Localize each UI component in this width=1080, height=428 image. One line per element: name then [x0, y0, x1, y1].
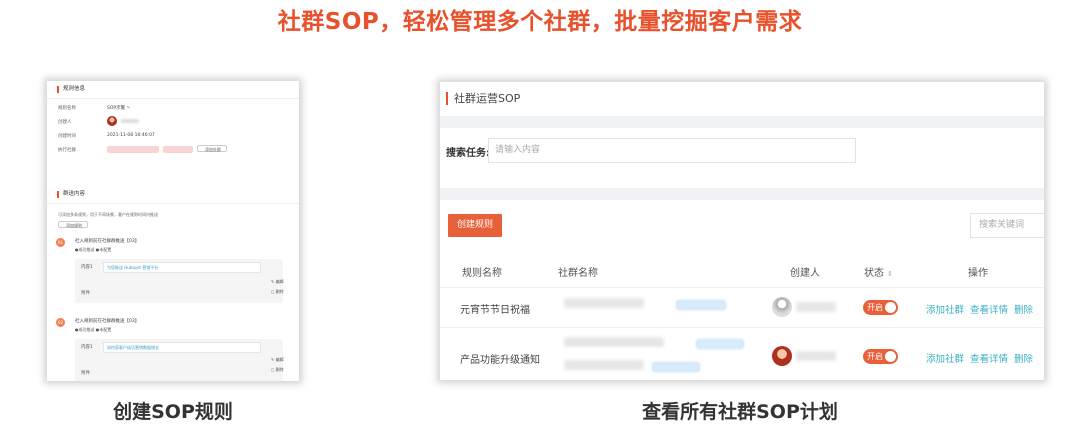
task-content-card: 内容1 为您推送 Hubspot 营销平台 附件	[75, 259, 283, 303]
toggle-knob	[885, 351, 896, 362]
content-label: 内容1	[81, 345, 93, 350]
content-text[interactable]: 为您推送 Hubspot 营销平台	[103, 262, 261, 273]
divider	[47, 98, 299, 99]
add-group-link[interactable]: 添加社群	[926, 302, 964, 316]
delete-task-button[interactable]: ◻ 删除	[271, 367, 284, 373]
task-status: ●成功推送 ●未配置	[75, 327, 112, 332]
attachment-label: 附件	[81, 371, 90, 376]
search-label: 搜索任务:	[446, 148, 490, 159]
trash-icon: ◻	[271, 289, 275, 294]
status-toggle[interactable]: 开启	[863, 349, 898, 364]
content-label: 内容1	[81, 265, 93, 270]
creator-name-blurred	[796, 351, 836, 361]
group-name-blurred	[564, 360, 644, 370]
edit-task-button[interactable]: ✎ 编辑	[271, 279, 284, 285]
create-rule-panel: 规则信息 规则名称 SOP示警 ✎ 创建人 创建时间 2021-11-08 16…	[47, 81, 299, 381]
status-toggle[interactable]: 开启	[863, 300, 898, 315]
row-rule-name: 元宵节节日祝福	[460, 305, 530, 316]
creator-name-blurred	[121, 119, 139, 123]
attachment-label: 附件	[81, 291, 90, 296]
task-content-card: 内容1 如何获客户成功营销数据增长 附件	[75, 339, 283, 381]
group-tag-blurred	[652, 362, 700, 372]
col-header-creator: 创建人	[790, 268, 820, 279]
col-header-actions: 操作	[968, 268, 988, 279]
keyword-search-input[interactable]: 搜索关键词	[970, 213, 1044, 238]
creator-avatar	[772, 297, 792, 317]
section-rule-info: 规则信息	[57, 86, 85, 93]
gray-band	[440, 188, 1044, 200]
pencil-icon: ✎	[271, 279, 275, 284]
task-badge: 02	[56, 318, 65, 327]
pencil-icon: ✎	[271, 357, 275, 362]
view-details-link[interactable]: 查看详情	[970, 302, 1008, 316]
caption-right: 查看所有社群SOP计划	[642, 401, 838, 423]
group-name-blurred	[564, 298, 644, 308]
group-tag-blurred	[676, 300, 726, 310]
creator-name-blurred	[796, 302, 836, 312]
task-status: ●成功推送 ●未配置	[75, 247, 112, 252]
divider	[440, 327, 1044, 328]
group-tag[interactable]	[107, 146, 159, 153]
caption-left: 创建SOP规则	[113, 401, 233, 423]
gray-band	[440, 116, 1044, 128]
task-title: 社入规则前在社群群推送【03】	[75, 239, 140, 244]
sort-icon: ⇕	[887, 270, 893, 278]
add-group-button[interactable]: 添加社群	[197, 145, 227, 152]
row-rule-name: 产品功能升级通知	[460, 355, 540, 366]
view-details-link[interactable]: 查看详情	[970, 351, 1008, 365]
field-value-created-time: 2021-11-08 16:46:07	[107, 133, 155, 138]
sop-list-panel: 社群运营SOP 搜索任务: 请输入内容 创建规则 搜索关键词 规则名称 社群名称…	[440, 82, 1044, 380]
edit-pencil-icon[interactable]: ✎	[127, 106, 131, 111]
search-input[interactable]: 请输入内容	[488, 138, 856, 163]
create-rule-button[interactable]: 创建规则	[448, 214, 502, 237]
field-label-groups: 执行社群	[58, 148, 76, 153]
add-rule-button[interactable]: 添加规则	[58, 221, 88, 228]
group-name-blurred	[564, 337, 664, 347]
field-label-rule-name: 规则名称	[58, 106, 76, 111]
toggle-knob	[885, 302, 896, 313]
field-label-created-time: 创建时间	[58, 134, 76, 139]
task-title: 社入规则前在社群群推送【03】	[75, 319, 140, 324]
field-value-rule-name: SOP示警 ✎	[107, 106, 131, 111]
trash-icon: ◻	[271, 367, 275, 372]
add-group-link[interactable]: 添加社群	[926, 351, 964, 365]
edit-task-button[interactable]: ✎ 编辑	[271, 357, 284, 363]
divider	[440, 287, 1044, 288]
delete-link[interactable]: 删除	[1014, 351, 1033, 365]
group-tag-blurred	[696, 339, 744, 349]
divider	[47, 203, 299, 204]
creator-avatar	[107, 116, 117, 126]
task-badge: 01	[56, 238, 65, 247]
delete-task-button[interactable]: ◻ 删除	[271, 289, 284, 295]
push-hint: 可添加多条规则，用于不同场景，客户在规则时间内推送	[58, 212, 158, 217]
content-text[interactable]: 如何获客户成功营销数据增长	[103, 342, 261, 353]
page-title: 社群运营SOP	[446, 92, 520, 105]
field-label-creator: 创建人	[58, 120, 72, 125]
group-tag[interactable]	[163, 146, 193, 153]
creator-avatar	[772, 346, 792, 366]
headline: 社群SOP，轻松管理多个社群，批量挖掘客户需求	[277, 9, 803, 35]
section-push-content: 群送内容	[57, 191, 85, 198]
col-header-rule-name: 规则名称	[462, 268, 502, 279]
col-header-group-name: 社群名称	[558, 268, 598, 279]
delete-link[interactable]: 删除	[1014, 302, 1033, 316]
col-header-status[interactable]: 状态 ⇕	[864, 264, 893, 279]
